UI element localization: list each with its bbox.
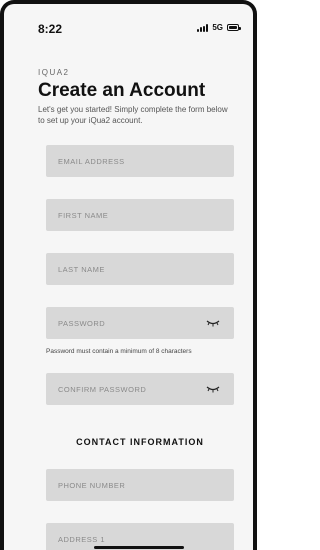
eye-closed-icon[interactable] [206,319,220,327]
last-name-field[interactable]: LAST NAME [46,253,234,285]
email-field[interactable]: EMAIL ADDRESS [46,145,234,177]
brand-label: IQUA2 [38,68,70,77]
page-subtitle: Let's get you started! Simply complete t… [38,105,228,125]
status-time: 8:22 [38,22,63,36]
last-name-placeholder: LAST NAME [58,264,105,274]
phone-screen: 8:22 5G IQUA2 Create an Account Let's ge… [0,0,257,550]
phone-number-field[interactable]: PHONE NUMBER [46,469,234,501]
first-name-placeholder: FIRST NAME [58,210,109,220]
email-placeholder: EMAIL ADDRESS [58,156,125,166]
confirm-password-placeholder: CONFIRM PASSWORD [58,384,147,394]
password-placeholder: PASSWORD [58,318,106,328]
battery-icon [227,24,241,31]
status-indicators: 5G [197,23,241,32]
eye-closed-icon[interactable] [206,385,220,393]
confirm-password-field[interactable]: CONFIRM PASSWORD [46,373,234,405]
address1-placeholder: ADDRESS 1 [58,534,106,544]
page-title: Create an Account [38,80,206,101]
header: IQUA2 Create an Account Let's get you st… [38,68,233,126]
password-hint: Password must contain a minimum of 8 cha… [46,348,192,355]
network-type: 5G [212,23,223,32]
signal-bars-icon [197,23,209,32]
first-name-field[interactable]: FIRST NAME [46,199,234,231]
password-field[interactable]: PASSWORD [46,307,234,339]
contact-section-title: CONTACT INFORMATION [76,437,204,447]
home-indicator [94,546,184,549]
phone-placeholder: PHONE NUMBER [58,480,126,490]
status-bar: 8:22 5G [4,4,253,60]
